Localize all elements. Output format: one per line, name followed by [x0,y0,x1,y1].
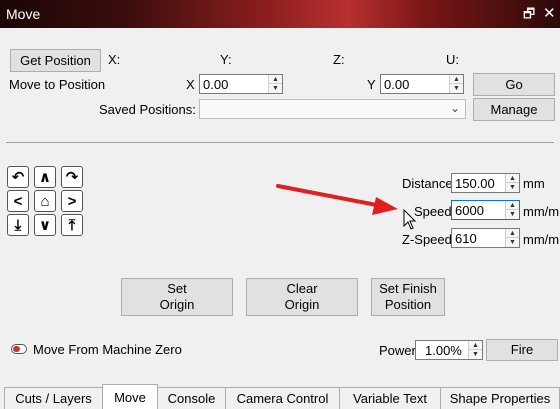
tab-label: Console [167,391,216,406]
tab-label: Camera Control [236,391,329,406]
pointer-arrow-annotation [276,184,398,215]
spin-down-icon[interactable]: ▼ [506,238,519,247]
distance-input[interactable]: 150.00 ▲ ▼ [451,173,520,193]
z-speed-value: 610 [455,231,477,246]
tab-label: Shape Properties [449,391,551,406]
distance-label: Distance [402,176,453,191]
tab-camera-control[interactable]: Camera Control [225,387,340,409]
close-icon[interactable]: ✕ [543,4,556,22]
tab-move[interactable]: Move [102,384,158,409]
set-origin-label-line1: Set [167,281,187,297]
tab-cuts-layers[interactable]: Cuts / Layers [4,387,103,409]
power-label: Power [379,343,416,358]
go-button[interactable]: Go [473,73,555,96]
z-speed-unit: mm/m [523,232,560,247]
window-title: Move [6,6,41,22]
fire-button[interactable]: Fire [486,339,558,361]
set-finish-position-button[interactable]: Set Finish Position [371,278,445,316]
toggle-knob [13,346,20,352]
panel-tab-bar: Cuts / Layers Move Console Camera Contro… [0,384,560,409]
speed-value: 6000 [455,203,484,218]
power-input[interactable]: 1.00% ▲ ▼ [415,340,483,360]
move-from-zero-label: Move From Machine Zero [33,342,182,357]
set-origin-label-line2: Origin [159,297,195,312]
spin-up-icon[interactable]: ▲ [506,229,519,238]
spin-down-icon[interactable]: ▼ [450,84,463,93]
move-from-zero-toggle[interactable] [11,344,27,354]
z-down-icon[interactable]: ⤓ [7,214,29,236]
x-position-value: 0.00 [203,77,229,92]
spin-down-icon[interactable]: ▼ [506,183,519,192]
y-spin-buttons[interactable]: ▲ ▼ [449,75,463,93]
spin-up-icon[interactable]: ▲ [450,75,463,84]
window-titlebar: Move 🗗 ✕ [0,0,560,28]
speed-unit: mm/m [523,204,560,219]
arrow-up-icon[interactable]: ∧ [34,166,56,188]
tab-label: Cuts / Layers [15,391,92,406]
z-speed-spin-buttons[interactable]: ▲ ▼ [505,229,519,247]
clear-origin-label-line2: Origin [284,297,320,312]
power-value: 1.00% [425,343,462,358]
rotate-ccw-icon[interactable]: ↶ [7,166,29,188]
y-position-input[interactable]: 0.00 ▲ ▼ [380,74,464,94]
y-position-label: Y: [220,52,232,67]
arrow-right-icon[interactable]: > [61,190,83,212]
u-position-label: U: [446,52,459,67]
manage-label: Manage [490,101,538,117]
clear-origin-label-line1: Clear [286,281,318,297]
z-up-icon[interactable]: ⤒ [61,214,83,236]
spin-down-icon[interactable]: ▼ [506,210,519,219]
set-finish-label-line2: Position [384,297,432,312]
spin-down-icon[interactable]: ▼ [269,84,282,93]
z-speed-label: Z-Speed [402,232,452,247]
speed-input[interactable]: 6000 ▲ ▼ [451,200,520,220]
clear-origin-button[interactable]: Clear Origin [246,278,358,316]
arrow-left-icon[interactable]: < [7,190,29,212]
fire-label: Fire [510,342,534,358]
arrow-down-icon[interactable]: ∨ [34,214,56,236]
x-position-input[interactable]: 0.00 ▲ ▼ [199,74,283,94]
manage-button[interactable]: Manage [473,98,555,121]
home-icon[interactable]: ⌂ [34,190,56,212]
set-finish-label-line1: Set Finish [379,281,437,297]
z-position-label: Z: [333,52,345,67]
power-spin-buttons[interactable]: ▲ ▼ [468,341,482,359]
y-field-label: Y [367,77,376,92]
get-position-label: Get Position [20,52,91,68]
distance-spin-buttons[interactable]: ▲ ▼ [505,174,519,192]
rotate-cw-icon[interactable]: ↷ [61,166,83,188]
spin-up-icon[interactable]: ▲ [506,201,519,210]
chevron-down-icon: ⌄ [449,101,460,115]
tab-shape-properties[interactable]: Shape Properties [440,387,560,409]
speed-spin-buttons[interactable]: ▲ ▼ [505,201,519,219]
speed-label: Speed [414,204,452,219]
saved-positions-label: Saved Positions: [99,102,196,117]
restore-window-icon[interactable]: 🗗 [523,5,535,27]
set-origin-button[interactable]: Set Origin [121,278,233,316]
y-position-value: 0.00 [384,77,410,92]
spin-up-icon[interactable]: ▲ [269,75,282,84]
spin-up-icon[interactable]: ▲ [506,174,519,183]
distance-unit: mm [523,176,545,191]
x-position-label: X: [108,52,121,67]
section-divider [6,142,554,143]
tab-variable-text[interactable]: Variable Text [339,387,441,409]
z-speed-input[interactable]: 610 ▲ ▼ [451,228,520,248]
tab-label: Move [114,389,146,405]
tab-label: Variable Text [353,391,427,406]
saved-positions-dropdown[interactable]: ⌄ [199,99,466,119]
spin-up-icon[interactable]: ▲ [469,341,482,350]
x-spin-buttons[interactable]: ▲ ▼ [268,75,282,93]
spin-down-icon[interactable]: ▼ [469,350,482,359]
go-label: Go [505,76,523,92]
get-position-button[interactable]: Get Position [10,49,101,72]
tab-console[interactable]: Console [157,387,226,409]
distance-value: 150.00 [455,176,495,191]
move-to-position-label: Move to Position [9,77,106,92]
x-field-label: X [186,77,195,92]
